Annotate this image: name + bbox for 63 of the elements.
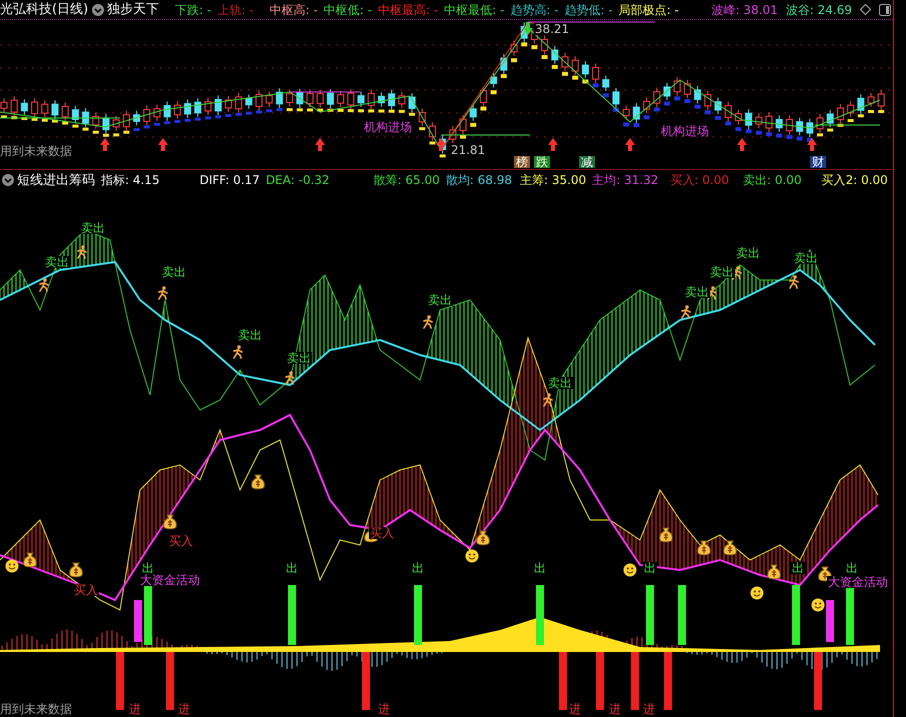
legend-item: 波谷: 24.69: [786, 4, 852, 16]
signal-tag: 机构进场: [660, 125, 710, 137]
in-label: 进: [377, 703, 391, 715]
sell-label: 卖出: [793, 252, 819, 264]
legend-item: 主筹: 35.00: [520, 174, 586, 186]
indicator-name[interactable]: 独步天下: [107, 3, 160, 16]
badge: 财: [810, 156, 826, 168]
badge: 跌: [534, 156, 550, 168]
legend-item: 中枢最高: -: [378, 4, 438, 16]
out-label: 出: [791, 562, 805, 574]
sell-label: 卖出: [237, 329, 263, 341]
sell-label: 卖出: [684, 286, 710, 298]
legend-item: 趋势高: -: [510, 4, 558, 16]
in-label: 进: [568, 703, 582, 715]
out-label: 出: [845, 562, 859, 574]
fund-label: 大资金活动: [139, 574, 201, 586]
sell-label: 卖出: [80, 222, 106, 234]
legend-item: DIFF: 0.17: [200, 174, 260, 186]
out-label: 出: [533, 562, 547, 574]
legend-item: 上轨: -: [217, 4, 254, 16]
sell-label: 卖出: [44, 256, 70, 268]
in-label: 进: [608, 703, 622, 715]
legend-item: 买入: 0.00: [670, 174, 729, 186]
fund-label: 大资金活动: [827, 576, 889, 588]
sell-label: 卖出: [286, 352, 312, 364]
legend-item: 中枢最低: -: [444, 4, 504, 16]
legend-item: 中枢高: -: [270, 4, 318, 16]
out-label: 出: [141, 562, 155, 574]
out-label: 出: [643, 562, 657, 574]
buy-label: 买入: [369, 527, 395, 539]
in-label: 进: [642, 703, 656, 715]
legend-item: DEA: -0.32: [266, 174, 330, 186]
legend-item: 散筹: 65.00: [374, 174, 440, 186]
indicator-title: 短线进出筹码: [17, 174, 95, 186]
legend-item: 中枢低: -: [324, 4, 372, 16]
sell-label: 卖出: [547, 377, 573, 389]
out-label: 出: [285, 562, 299, 574]
legend-item: 趋势低: -: [564, 4, 613, 16]
sell-label: 卖出: [709, 266, 735, 278]
sell-label: 卖出: [427, 294, 453, 306]
note-text: 用到未来数据: [0, 703, 73, 715]
legend-item: 指标: 4.15: [101, 174, 160, 186]
price-label: 21.81: [450, 144, 486, 156]
legend-item: 下跌: -: [175, 4, 212, 16]
in-label: 进: [177, 703, 191, 715]
badge: 榜: [514, 156, 530, 168]
note-text: 用到未来数据: [0, 145, 73, 157]
legend-item: 局部极点: -: [618, 4, 679, 16]
legend-item: 卖出: 0.00: [743, 174, 802, 186]
out-label: 出: [411, 562, 425, 574]
sell-label: 卖出: [735, 247, 761, 259]
legend-item: 波峰: 38.01: [712, 4, 778, 16]
legend-item: 主均: 31.32: [592, 174, 658, 186]
signal-tag: 机构进场: [363, 121, 413, 133]
buy-label: 买入: [73, 584, 99, 596]
sell-label: 卖出: [161, 266, 187, 278]
badge: 减: [579, 156, 595, 168]
legend-item: 买入2: 0.00: [822, 174, 888, 186]
price-label: 38.21: [534, 23, 570, 35]
legend-item: 散均: 68.98: [446, 174, 512, 186]
stock-title: 光弘科技(日线): [0, 3, 88, 16]
in-label: 进: [128, 703, 142, 715]
buy-label: 买入: [168, 535, 194, 547]
